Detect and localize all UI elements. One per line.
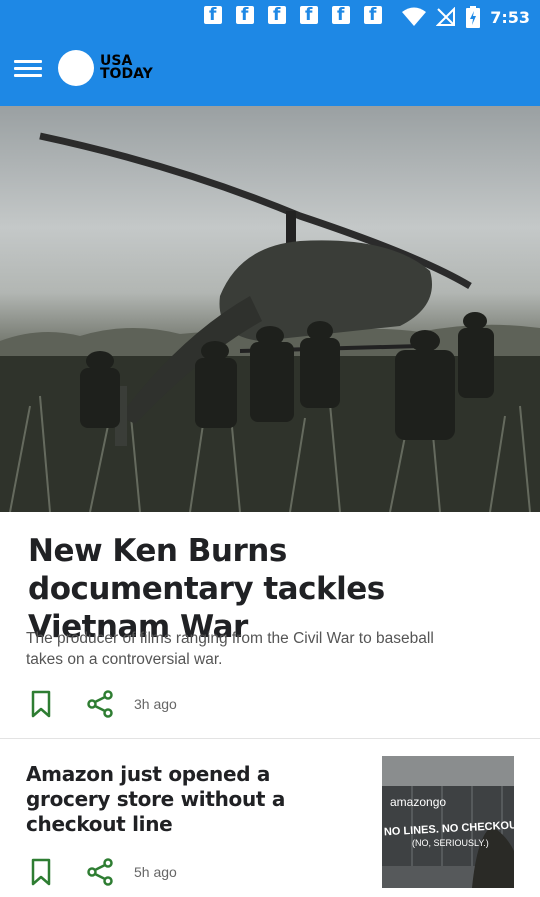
facebook-icon bbox=[268, 5, 286, 25]
thumb-sign-subtext: (NO, SERIOUSLY.) bbox=[412, 838, 489, 848]
article-thumbnail[interactable]: amazongo NO LINES. NO CHECKOUT. (NO, SER… bbox=[382, 756, 514, 888]
article-actions: 3h ago bbox=[30, 690, 177, 718]
article-actions: 5h ago bbox=[30, 858, 177, 886]
wifi-icon bbox=[402, 7, 427, 26]
bookmark-icon[interactable] bbox=[30, 690, 52, 718]
amazon-go-storefront: amazongo NO LINES. NO CHECKOUT. (NO, SER… bbox=[382, 756, 514, 888]
hero-illustration bbox=[0, 132, 540, 512]
hamburger-menu-icon[interactable] bbox=[14, 56, 42, 82]
logo-text: USA TODAY bbox=[100, 53, 153, 82]
no-signal-icon bbox=[436, 7, 456, 26]
timestamp: 5h ago bbox=[134, 864, 177, 880]
share-icon[interactable] bbox=[86, 858, 114, 886]
facebook-icon bbox=[300, 5, 318, 25]
article-headline[interactable]: Amazon just opened a grocery store witho… bbox=[26, 762, 288, 837]
battery-charging-icon bbox=[466, 6, 481, 28]
notification-icons bbox=[204, 5, 382, 25]
logo-circle bbox=[58, 50, 94, 86]
system-icons: 7:53 bbox=[402, 6, 530, 28]
bookmark-icon[interactable] bbox=[30, 858, 52, 886]
article-summary: The producer of films ranging from the C… bbox=[26, 630, 434, 668]
facebook-icon bbox=[332, 5, 350, 25]
status-bar: 7:53 bbox=[0, 0, 540, 34]
facebook-icon bbox=[236, 5, 254, 25]
facebook-icon bbox=[204, 5, 222, 25]
hero-image[interactable] bbox=[0, 106, 540, 512]
timestamp: 3h ago bbox=[134, 696, 177, 712]
divider bbox=[0, 738, 540, 739]
clock-time: 7:53 bbox=[490, 7, 530, 27]
usa-today-logo: USA TODAY bbox=[58, 50, 153, 86]
share-icon[interactable] bbox=[86, 690, 114, 718]
thumb-brand-text: amazongo bbox=[390, 795, 446, 809]
app-toolbar: USA TODAY bbox=[0, 34, 540, 106]
facebook-icon bbox=[364, 5, 382, 25]
